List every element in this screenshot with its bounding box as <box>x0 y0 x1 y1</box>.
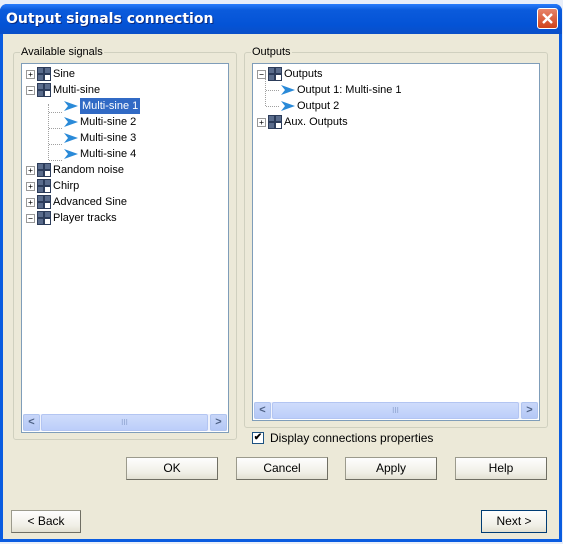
node-label: Chirp <box>53 180 80 192</box>
node-label: Player tracks <box>53 212 117 224</box>
node-label: Multi-sine 4 <box>80 148 137 160</box>
scroll-right-button[interactable]: > <box>521 402 538 419</box>
dialog-window: Output signals connection Available sign… <box>0 4 562 542</box>
scroll-right-button[interactable]: > <box>210 414 227 431</box>
signal-arrow-icon <box>64 149 78 159</box>
horizontal-scrollbar[interactable]: < III > <box>254 402 538 419</box>
tree-node-random-noise[interactable]: + Random noise <box>26 162 124 178</box>
group-icon <box>37 83 51 97</box>
window-title: Output signals connection <box>6 11 214 27</box>
expand-icon[interactable]: + <box>26 69 35 79</box>
dialog-body: Available signals + Sine − Multi-sine Mu… <box>3 34 559 539</box>
collapse-icon[interactable]: − <box>26 85 35 95</box>
tree-node-outputs[interactable]: − Outputs <box>257 66 323 82</box>
node-label: Advanced Sine <box>53 196 127 208</box>
scroll-left-button[interactable]: < <box>254 402 271 419</box>
signal-arrow-icon <box>64 117 78 127</box>
signal-arrow-icon <box>64 133 78 143</box>
expand-icon[interactable]: + <box>26 165 35 175</box>
group-icon <box>37 67 51 81</box>
collapse-icon[interactable]: − <box>26 213 35 223</box>
signal-arrow-icon <box>281 85 295 95</box>
tree-node-sine[interactable]: + Sine <box>26 66 75 82</box>
close-icon <box>542 13 553 24</box>
tree-node-output-1[interactable]: Output 1: Multi-sine 1 <box>279 82 402 98</box>
available-signals-label: Available signals <box>20 46 104 58</box>
node-label: Outputs <box>284 68 323 80</box>
apply-button[interactable]: Apply <box>345 457 437 480</box>
node-label: Output 1: Multi-sine 1 <box>297 84 402 96</box>
available-signals-group: Available signals + Sine − Multi-sine Mu… <box>13 46 237 440</box>
outputs-label: Outputs <box>251 46 292 58</box>
expand-icon[interactable]: + <box>257 117 266 127</box>
node-label: Output 2 <box>297 100 340 112</box>
group-icon <box>268 115 282 129</box>
close-button[interactable] <box>537 8 558 29</box>
title-bar[interactable]: Output signals connection <box>0 4 562 34</box>
next-button[interactable]: Next > <box>481 510 547 533</box>
expand-icon[interactable]: + <box>26 197 35 207</box>
signal-arrow-icon <box>64 101 78 111</box>
group-icon <box>37 211 51 225</box>
available-signals-tree[interactable]: + Sine − Multi-sine Multi-sine 1 Multi-s… <box>21 63 229 433</box>
scroll-thumb[interactable]: III <box>41 414 208 431</box>
tree-node-aux-outputs[interactable]: + Aux. Outputs <box>257 114 348 130</box>
cancel-button[interactable]: Cancel <box>236 457 328 480</box>
help-button[interactable]: Help <box>455 457 547 480</box>
display-properties-checkbox[interactable]: ✔ <box>252 432 264 444</box>
scroll-left-button[interactable]: < <box>23 414 40 431</box>
node-label: Aux. Outputs <box>284 116 348 128</box>
tree-node-player-tracks[interactable]: − Player tracks <box>26 210 117 226</box>
ok-button[interactable]: OK <box>126 457 218 480</box>
tree-node-multi-sine-3[interactable]: Multi-sine 3 <box>62 130 136 146</box>
node-label: Sine <box>53 68 76 80</box>
expand-icon[interactable]: + <box>26 181 35 191</box>
signal-arrow-icon <box>281 101 295 111</box>
node-label: Multi-sine 3 <box>80 132 137 144</box>
scroll-thumb[interactable]: III <box>272 402 519 419</box>
outputs-group: Outputs − Outputs Output 1: Multi-sine 1… <box>244 46 548 428</box>
display-properties-label[interactable]: Display connections properties <box>270 431 433 445</box>
tree-node-multi-sine-2[interactable]: Multi-sine 2 <box>62 114 136 130</box>
tree-node-advanced-sine[interactable]: + Advanced Sine <box>26 194 127 210</box>
node-label: Random noise <box>53 164 124 176</box>
group-icon <box>268 67 282 81</box>
node-label: Multi-sine <box>53 84 101 96</box>
group-icon <box>37 179 51 193</box>
collapse-icon[interactable]: − <box>257 69 266 79</box>
group-icon <box>37 163 51 177</box>
tree-node-multi-sine-4[interactable]: Multi-sine 4 <box>62 146 136 162</box>
tree-node-multi-sine[interactable]: − Multi-sine <box>26 82 100 98</box>
tree-node-output-2[interactable]: Output 2 <box>279 98 339 114</box>
tree-node-chirp[interactable]: + Chirp <box>26 178 79 194</box>
back-button[interactable]: < Back <box>11 510 81 533</box>
node-label: Multi-sine 1 <box>80 98 141 114</box>
group-icon <box>37 195 51 209</box>
outputs-tree[interactable]: − Outputs Output 1: Multi-sine 1 Output … <box>252 63 540 421</box>
horizontal-scrollbar[interactable]: < III > <box>23 414 227 431</box>
node-label: Multi-sine 2 <box>80 116 137 128</box>
tree-node-multi-sine-1[interactable]: Multi-sine 1 <box>62 98 141 114</box>
